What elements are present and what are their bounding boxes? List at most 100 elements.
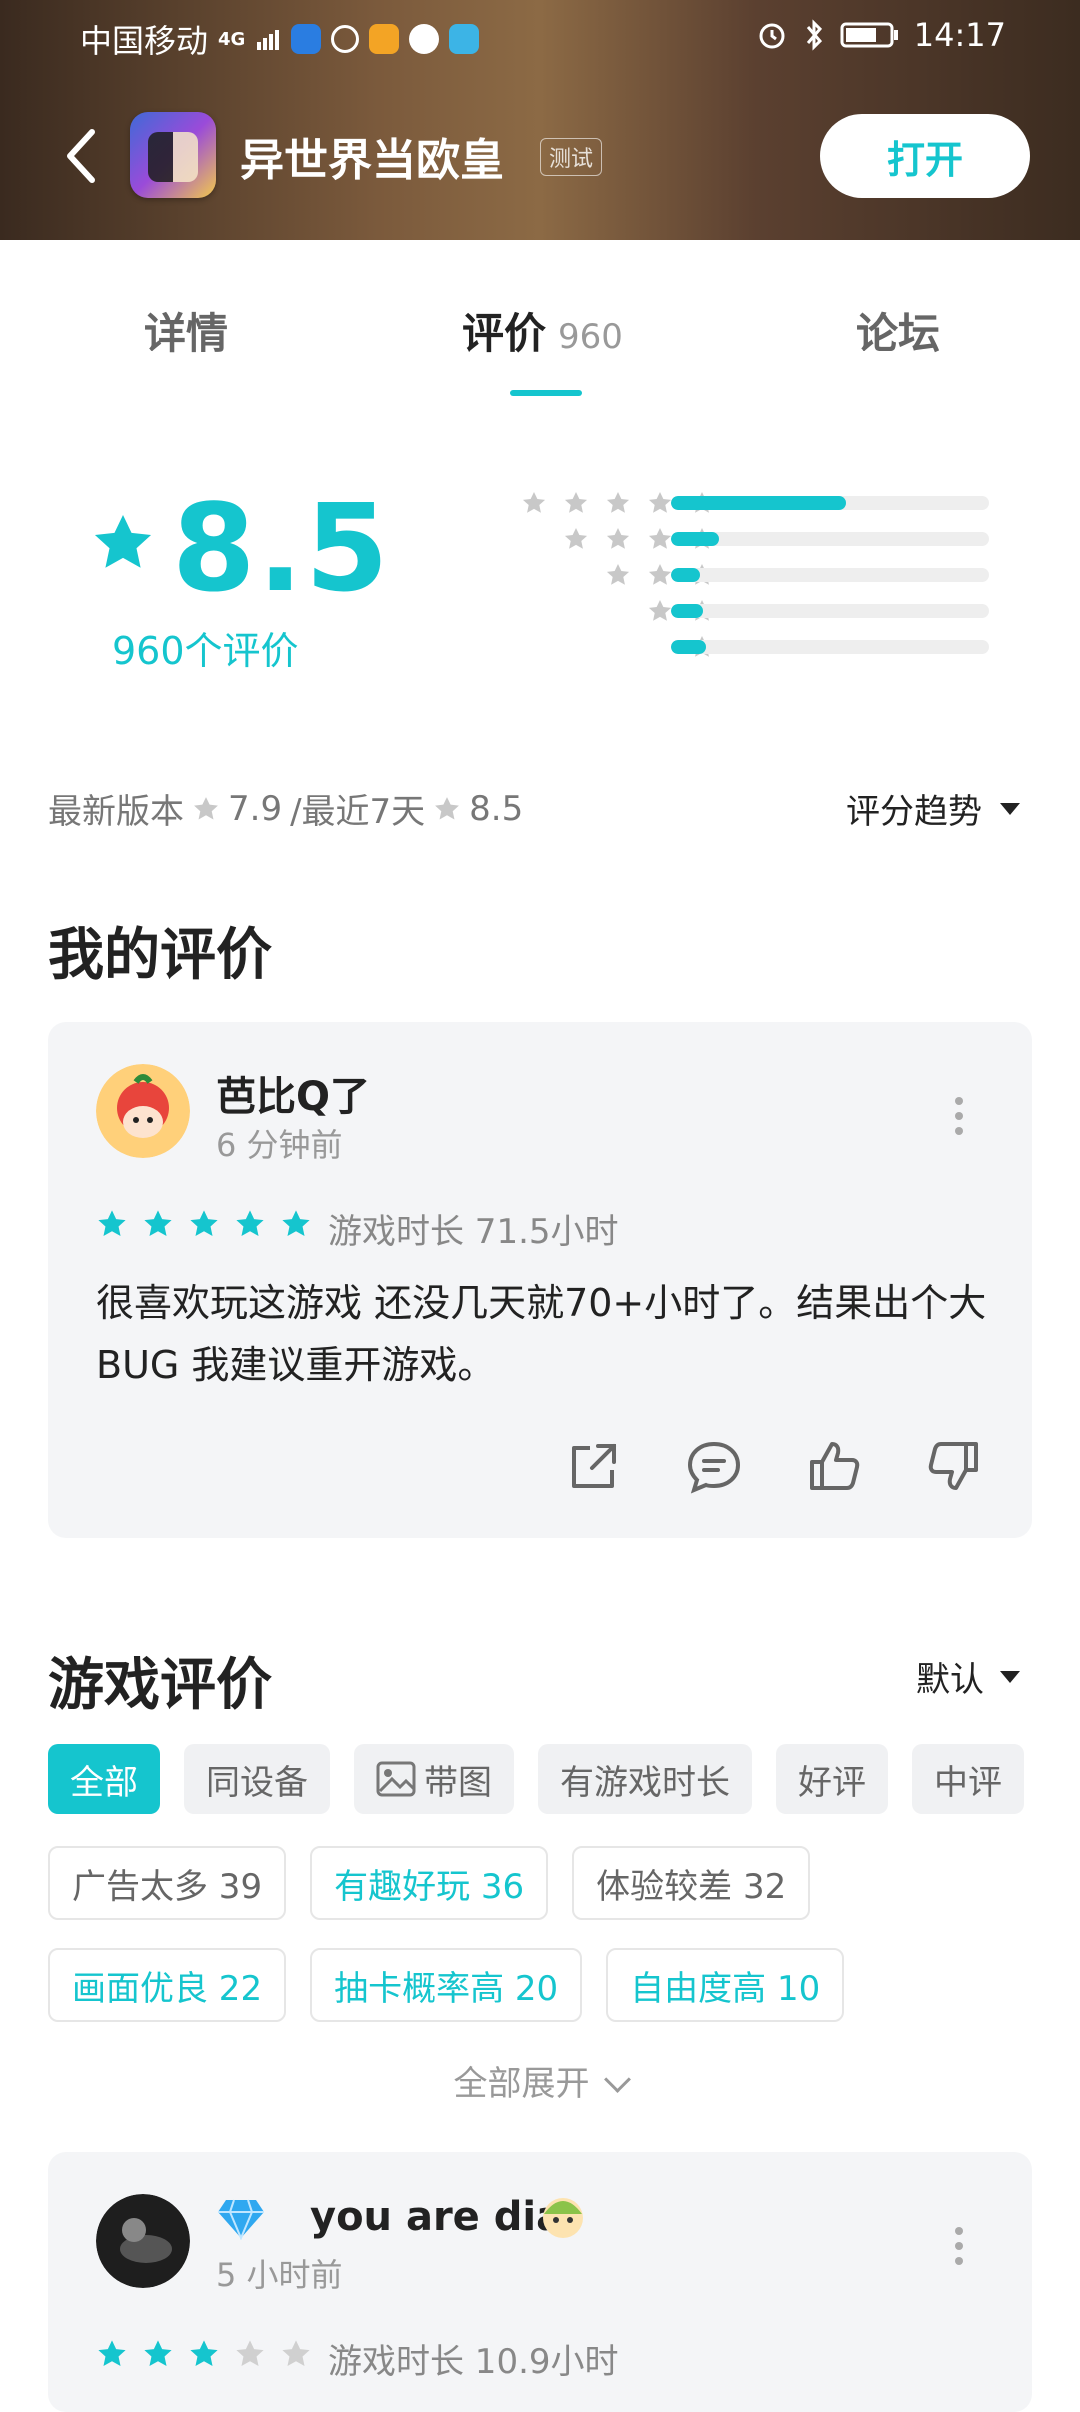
battery-icon [840, 22, 898, 48]
review-stars [96, 1208, 312, 1240]
star-icon [435, 796, 460, 819]
tab-bar: 详情 评价 960 论坛 [0, 280, 1080, 400]
comment-icon[interactable] [684, 1436, 744, 1496]
filter-chips: 全部 同设备 带图 有游戏时长 好评 中评 [48, 1744, 1024, 1814]
star-icon [144, 1210, 172, 1236]
star-icon [606, 563, 630, 585]
review-username[interactable]: you are dia [310, 2194, 563, 2240]
open-button[interactable]: 打开 [820, 114, 1030, 198]
star-icon [98, 1210, 126, 1236]
star-icon [194, 796, 218, 819]
thumbs-up-icon[interactable] [804, 1436, 864, 1496]
review-stars [96, 2338, 312, 2370]
latest-version-score: 7.9 [228, 788, 283, 829]
test-badge: 测试 [540, 138, 603, 176]
image-icon [376, 1761, 416, 1797]
star-icon [648, 491, 672, 513]
tag-too-many-ads[interactable]: 广告太多 39 [48, 1846, 287, 1920]
distribution-bar-fill [671, 532, 719, 546]
star-icon [648, 527, 672, 549]
review-playtime: 游戏时长 71.5小时 [328, 1212, 619, 1252]
browser-icon [291, 24, 322, 54]
star-icon [606, 527, 630, 549]
star-icon [98, 2340, 126, 2366]
review-text: 很喜欢玩这游戏 还没几天就70+小时了。结果出个大BUG 我建议重开游戏。 [96, 1281, 987, 1387]
diamond-icon [218, 2199, 264, 2240]
review-playtime: 游戏时长 10.9小时 [328, 2342, 619, 2382]
avatar-frame-icon [543, 2198, 583, 2238]
network-label: 4G [218, 28, 246, 50]
distribution-bar [671, 640, 989, 654]
app-bar: 异世界当欧皇 测试 打开 [0, 108, 1080, 204]
filter-with-image[interactable]: 带图 [354, 1744, 514, 1814]
distribution-bar-fill [671, 640, 706, 654]
sort-dropdown[interactable]: 默认 [916, 1652, 1020, 1701]
tab-reviews-label: 评价 [462, 309, 547, 358]
distribution-row-2 [455, 598, 1015, 622]
rating-count: 960个评价 [112, 629, 299, 673]
tag-good-graphics[interactable]: 画面优良 22 [48, 1948, 287, 2022]
my-review-card: 芭比Q了 6 分钟前 游戏时长 71.5小时 很喜欢玩这游戏 还没几天就70+小… [48, 1022, 1032, 1538]
tag-fun[interactable]: 有趣好玩 36 [310, 1846, 549, 1920]
distribution-row-4 [455, 526, 1015, 550]
star-icon [282, 2340, 310, 2366]
tab-forum[interactable]: 论坛 [856, 300, 940, 361]
rating-trend-label: 评分趋势 [846, 792, 982, 832]
star-icon [282, 1210, 310, 1236]
distribution-row-1 [455, 634, 1015, 658]
tag-poor-experience[interactable]: 体验较差 32 [572, 1846, 811, 1920]
distribution-row-3 [455, 562, 1015, 586]
rating-trend-button[interactable]: 评分趋势 [846, 784, 1020, 833]
dropdown-icon [1000, 802, 1020, 815]
review-time: 6 分钟前 [216, 1126, 343, 1164]
distribution-row-5 [455, 490, 1015, 514]
version-rating-line: 最新版本 7.9 /最近7天 8.5 [48, 784, 523, 833]
signal-icon [257, 30, 280, 50]
tab-reviews[interactable]: 评价 960 [462, 300, 623, 361]
filter-all[interactable]: 全部 [48, 1744, 160, 1814]
review-username[interactable]: 芭比Q了 [216, 1064, 370, 1122]
message-icon [409, 24, 440, 54]
distribution-bar-fill [671, 496, 846, 510]
distribution-bar [671, 604, 989, 618]
active-tab-indicator [510, 390, 582, 396]
review-card: you are dia 5 小时前 游戏时长 10.9小时 [48, 2152, 1032, 2412]
more-options-icon[interactable] [954, 1096, 964, 1136]
more-options-icon[interactable] [954, 2226, 964, 2266]
notes-icon [369, 24, 400, 54]
filter-same-device[interactable]: 同设备 [184, 1744, 330, 1814]
sort-label: 默认 [916, 1660, 984, 1700]
tab-details[interactable]: 详情 [144, 300, 228, 361]
recent-label: /最近7天 [290, 792, 426, 832]
avatar[interactable] [96, 1064, 190, 1158]
star-icon [564, 527, 588, 549]
filter-neutral[interactable]: 中评 [912, 1744, 1024, 1814]
review-actions [564, 1436, 984, 1496]
star-icon [190, 1210, 218, 1236]
average-score: 8.5 [172, 480, 391, 619]
filter-playtime[interactable]: 有游戏时长 [538, 1744, 752, 1814]
share-icon[interactable] [564, 1436, 624, 1496]
expand-all-label: 全部展开 [453, 2064, 590, 2104]
chevron-down-icon [603, 2066, 631, 2093]
tag-high-gacha-rate[interactable]: 抽卡概率高 20 [310, 1948, 583, 2022]
game-reviews-title: 游戏评价 [48, 1653, 272, 1718]
tag-row-2: 画面优良 22 抽卡概率高 20 自由度高 10 [48, 1948, 845, 2022]
star-icon [190, 2340, 218, 2366]
review-time: 5 小时前 [216, 2256, 343, 2294]
expand-all-button[interactable]: 全部展开 [0, 2056, 1080, 2105]
distribution-bar [671, 496, 989, 510]
star-icon [606, 491, 630, 513]
distribution-bar [671, 532, 989, 546]
rating-summary: 8.5 960个评价 [0, 460, 1080, 690]
back-arrow-icon[interactable] [62, 126, 102, 186]
star-icon [144, 2340, 172, 2366]
tag-high-freedom[interactable]: 自由度高 10 [606, 1948, 845, 2022]
clock: 14:17 [913, 16, 1006, 54]
avatar[interactable] [96, 2194, 190, 2288]
distribution-bar-fill [671, 604, 703, 618]
star-icon [236, 1210, 264, 1236]
thumbs-down-icon[interactable] [924, 1436, 984, 1496]
bluetooth-icon [806, 19, 822, 51]
filter-positive[interactable]: 好评 [776, 1744, 888, 1814]
